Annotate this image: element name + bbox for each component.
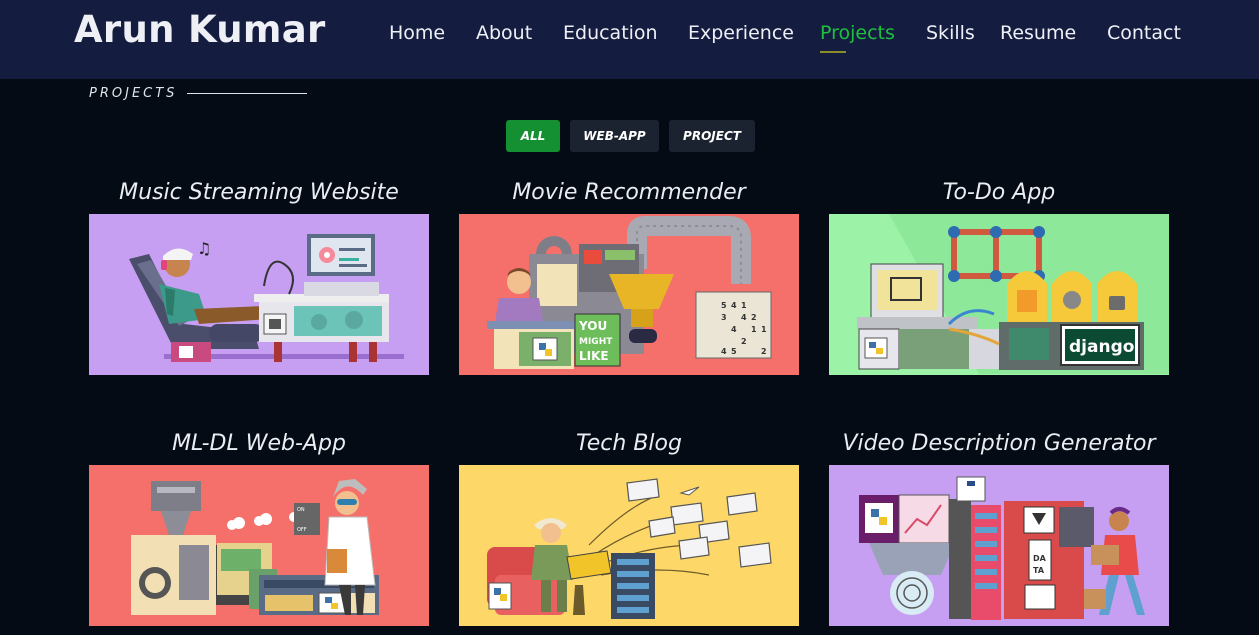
project-filters: ALL WEB-APP PROJECT — [0, 120, 1259, 152]
project-image[interactable] — [459, 465, 799, 626]
svg-text:2: 2 — [751, 313, 757, 322]
nav-education[interactable]: Education — [563, 22, 658, 44]
svg-text:5: 5 — [731, 347, 737, 356]
nav-projects[interactable]: Projects — [820, 22, 895, 53]
section-title: PROJECTS — [89, 85, 308, 101]
project-image[interactable]: django — [829, 214, 1169, 375]
project-card[interactable]: Video Description Generator DA TA — [829, 428, 1169, 626]
svg-text:2: 2 — [761, 347, 767, 356]
svg-text:MIGHT: MIGHT — [579, 337, 613, 347]
project-image[interactable]: ON OFF — [89, 465, 429, 626]
project-image[interactable]: ♫ — [89, 214, 429, 375]
project-card[interactable]: Music Streaming Website ♫ — [89, 177, 429, 375]
video-description-illustration: DA TA — [829, 465, 1169, 626]
filter-web-app-button[interactable]: WEB-APP — [570, 120, 659, 152]
svg-text:1: 1 — [761, 325, 767, 334]
site-header: Arun Kumar Home About Education Experien… — [0, 0, 1259, 79]
project-image[interactable]: DA TA — [829, 465, 1169, 626]
project-title[interactable]: Tech Blog — [459, 428, 799, 460]
svg-text:1: 1 — [751, 325, 757, 334]
filter-project-button[interactable]: PROJECT — [669, 120, 755, 152]
svg-text:2: 2 — [741, 337, 747, 346]
svg-text:YOU: YOU — [578, 319, 607, 333]
svg-text:3: 3 — [721, 313, 727, 322]
svg-text:DA: DA — [1033, 554, 1047, 563]
project-card[interactable]: Tech Blog — [459, 428, 799, 626]
movie-illustration: 5 4 1 3 4 2 4 1 1 2 4 5 2 YOU MIGHT LIKE — [459, 214, 799, 375]
django-badge: django — [1069, 337, 1134, 357]
nav-about[interactable]: About — [476, 22, 532, 44]
project-image[interactable]: 5 4 1 3 4 2 4 1 1 2 4 5 2 YOU MIGHT LIKE — [459, 214, 799, 375]
nav-contact[interactable]: Contact — [1107, 22, 1181, 44]
svg-text:1: 1 — [741, 301, 747, 310]
section-title-divider — [187, 92, 308, 94]
svg-text:4: 4 — [721, 347, 727, 356]
todo-illustration: django — [829, 214, 1169, 375]
filter-all-button[interactable]: ALL — [506, 120, 560, 152]
nav-resume[interactable]: Resume — [1000, 22, 1076, 44]
project-title[interactable]: ML-DL Web-App — [89, 428, 429, 460]
section-title-text: PROJECTS — [89, 85, 178, 101]
svg-text:LIKE: LIKE — [579, 349, 609, 363]
svg-text:OFF: OFF — [297, 527, 307, 533]
project-title[interactable]: Movie Recommender — [459, 177, 799, 209]
svg-text:4: 4 — [741, 313, 747, 322]
nav-experience[interactable]: Experience — [688, 22, 794, 44]
project-title[interactable]: Music Streaming Website — [89, 177, 429, 209]
svg-text:♫: ♫ — [197, 239, 211, 258]
svg-text:4: 4 — [731, 301, 737, 310]
ml-dl-illustration: ON OFF — [89, 465, 429, 626]
svg-text:5: 5 — [721, 301, 727, 310]
nav-skills[interactable]: Skills — [926, 22, 975, 44]
project-card[interactable]: To-Do App django — [829, 177, 1169, 375]
music-illustration: ♫ — [89, 214, 429, 375]
main-nav: Home About Education Experience Projects… — [0, 22, 1259, 53]
project-title[interactable]: Video Description Generator — [829, 428, 1169, 460]
project-card[interactable]: Movie Recommender 5 4 1 3 4 2 4 1 1 2 4 … — [459, 177, 799, 375]
tech-blog-illustration — [459, 465, 799, 626]
project-card[interactable]: ML-DL Web-App ON OFF — [89, 428, 429, 626]
svg-text:ON: ON — [297, 507, 305, 513]
nav-home[interactable]: Home — [389, 22, 445, 44]
project-title[interactable]: To-Do App — [829, 177, 1169, 209]
svg-text:TA: TA — [1033, 566, 1045, 575]
svg-text:4: 4 — [731, 325, 737, 334]
